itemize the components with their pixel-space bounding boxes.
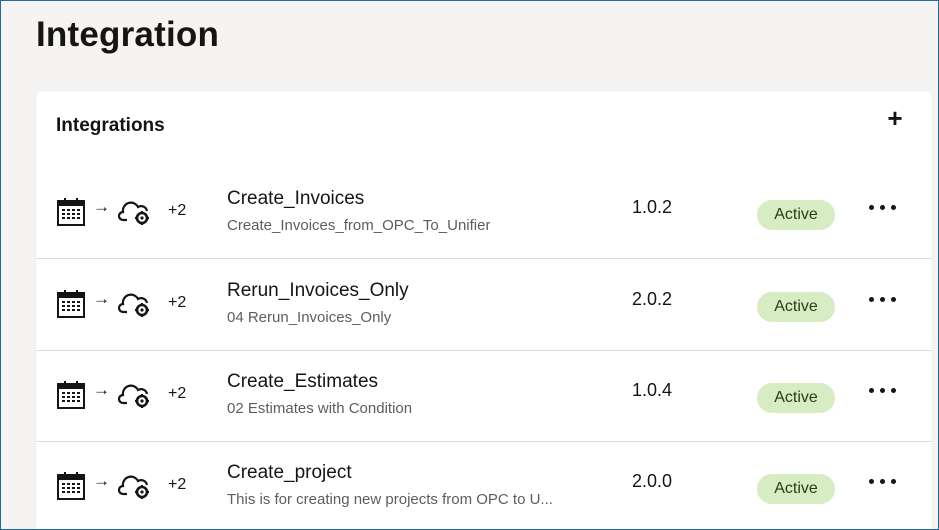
arrow-right-icon: → <box>93 289 110 308</box>
arrow-right-icon: → <box>93 380 110 399</box>
integration-row[interactable]: → +2 Create_project This is for creating… <box>36 441 932 529</box>
integration-name[interactable]: Create_project <box>227 462 352 484</box>
integration-row[interactable]: → +2 Create_Invoices Create_Invoices_fro… <box>36 167 932 259</box>
status-badge: Active <box>757 383 835 413</box>
cloud-gear-icon <box>118 384 149 408</box>
calendar-icon <box>57 290 85 318</box>
integration-row[interactable]: → +2 Create_Estimates 02 Estimates with … <box>36 350 932 442</box>
integration-description: 02 Estimates with Condition <box>227 400 413 417</box>
calendar-icon <box>57 198 85 226</box>
integration-description: 04 Rerun_Invoices_Only <box>227 309 392 326</box>
cloud-gear-icon <box>118 201 149 225</box>
integration-version: 2.0.0 <box>632 471 673 491</box>
calendar-icon <box>57 472 85 500</box>
more-horizontal-icon[interactable] <box>866 289 900 313</box>
extra-steps-count: +2 <box>168 385 187 402</box>
integration-description: This is for creating new projects from O… <box>227 491 553 508</box>
cloud-gear-icon <box>118 293 149 317</box>
card-title: Integrations <box>56 115 165 136</box>
extra-steps-count: +2 <box>168 294 187 311</box>
calendar-icon <box>57 381 85 409</box>
integration-name[interactable]: Create_Invoices <box>227 188 364 210</box>
more-horizontal-icon[interactable] <box>866 380 900 404</box>
arrow-right-icon: → <box>93 471 110 490</box>
more-horizontal-icon[interactable] <box>866 471 900 495</box>
integration-description: Create_Invoices_from_OPC_To_Unifier <box>227 217 491 234</box>
status-badge: Active <box>757 200 835 230</box>
integration-name[interactable]: Rerun_Invoices_Only <box>227 280 409 302</box>
arrow-right-icon: → <box>93 197 110 216</box>
integration-row[interactable]: → +2 Rerun_Invoices_Only 04 Rerun_Invoic… <box>36 259 932 351</box>
integration-version: 2.0.2 <box>632 289 673 309</box>
extra-steps-count: +2 <box>168 476 187 493</box>
cloud-gear-icon <box>118 475 149 499</box>
add-integration-button[interactable]: + <box>882 105 908 131</box>
integration-version: 1.0.2 <box>632 197 673 217</box>
app-frame: Integration Integrations + → +2 Create_I… <box>0 0 939 530</box>
integration-version: 1.0.4 <box>632 380 673 400</box>
integrations-card: Integrations + → +2 Create_Invoices Crea… <box>36 91 932 529</box>
extra-steps-count: +2 <box>168 202 187 219</box>
status-badge: Active <box>757 474 835 504</box>
integration-name[interactable]: Create_Estimates <box>227 371 378 393</box>
status-badge: Active <box>757 292 835 322</box>
more-horizontal-icon[interactable] <box>866 197 900 221</box>
page-title: Integration <box>36 15 220 54</box>
